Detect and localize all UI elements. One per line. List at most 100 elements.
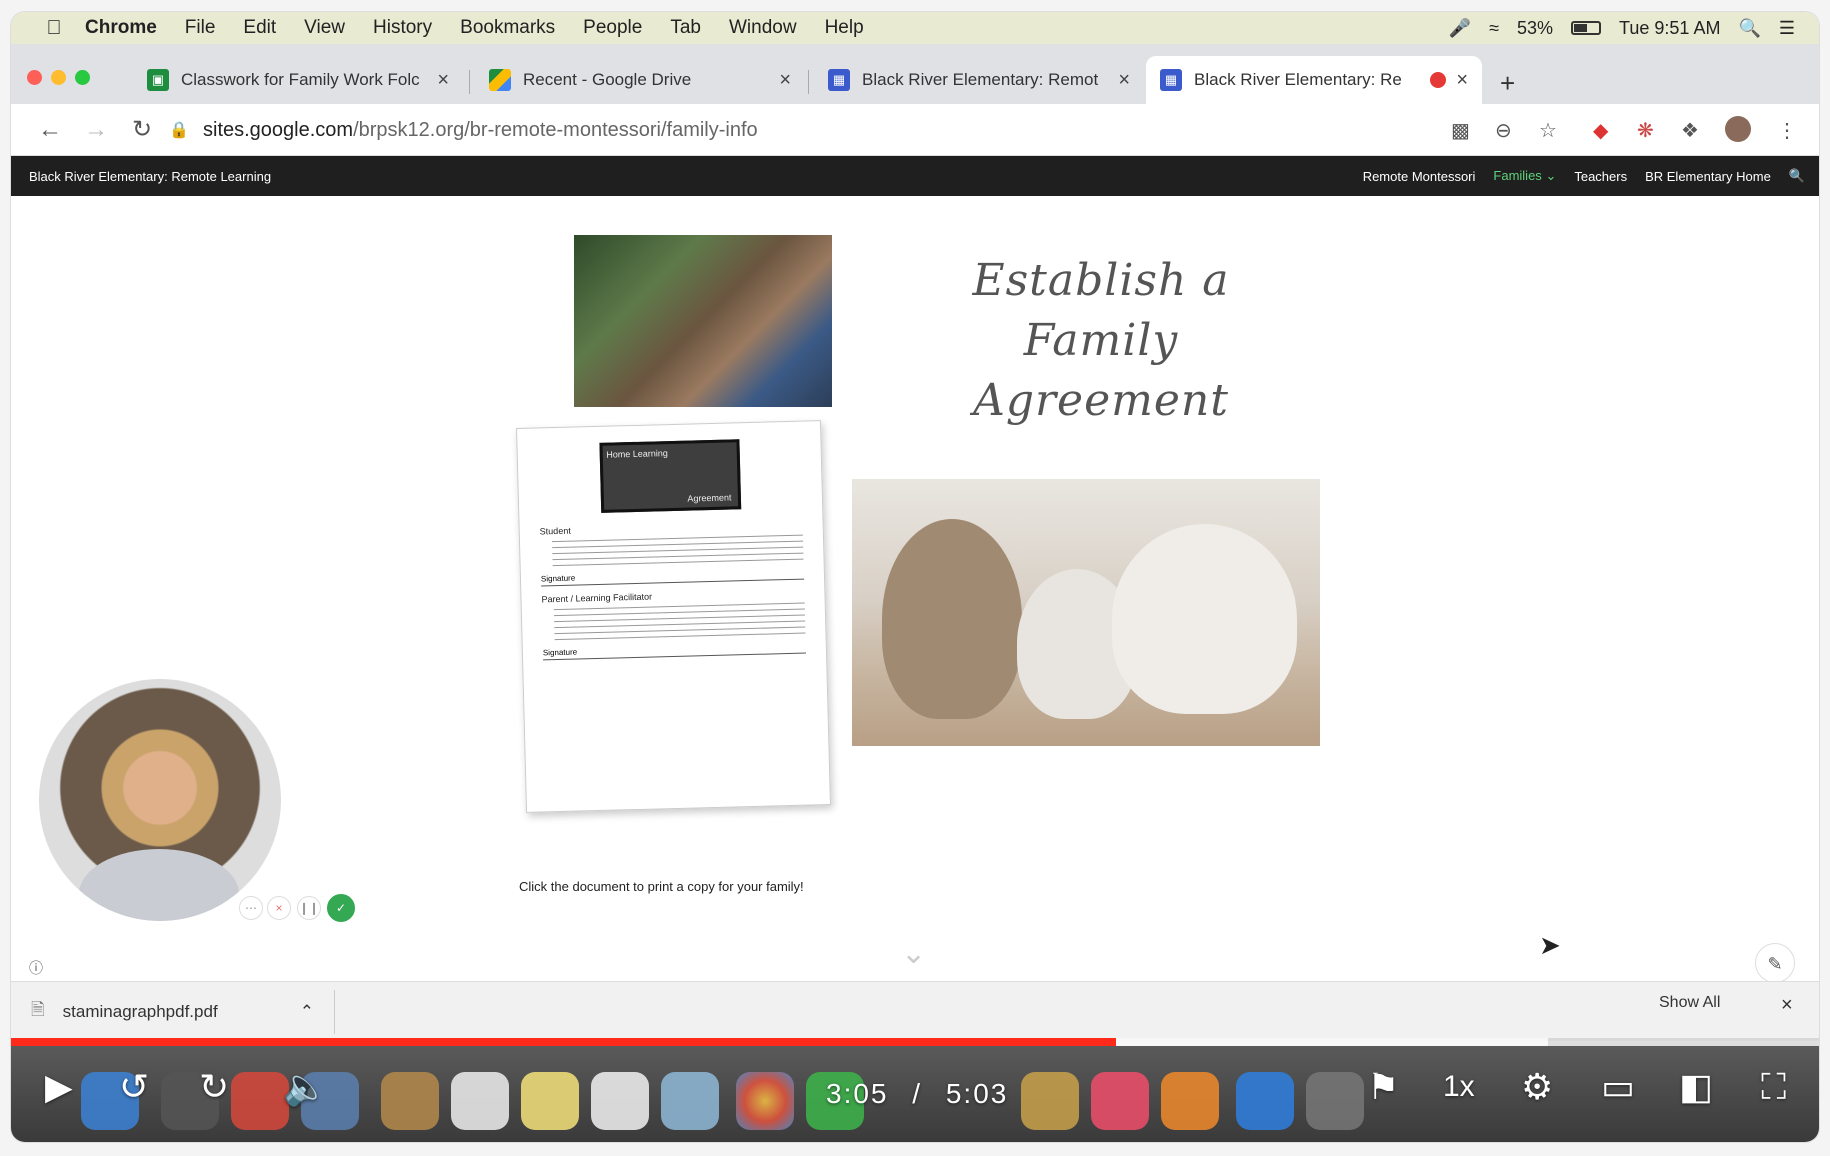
tab-title: Recent - Google Drive [523, 70, 692, 89]
address-bar[interactable]: 🔒 sites.google.com/brpsk12.org/br-remote… [169, 110, 1409, 150]
document-line [552, 558, 804, 567]
family-photo [852, 479, 1320, 746]
forward-5-icon[interactable]: ↻ [199, 1066, 229, 1108]
heading-line-1: Establish a [972, 255, 1230, 306]
document-section-parent: Parent / Learning Facilitator [541, 591, 653, 605]
nav-families[interactable]: Families ⌄ [1493, 168, 1556, 184]
nav-br-elementary-home[interactable]: BR Elementary Home [1645, 169, 1771, 184]
family-agreement-document[interactable]: Home Learning Agreement Student Signatur… [516, 420, 831, 813]
window-zoom-button[interactable] [75, 70, 90, 85]
menu-app[interactable]: Chrome [71, 17, 171, 39]
theater-mode-icon[interactable]: ▭ [1601, 1066, 1635, 1108]
nav-remote-montessori[interactable]: Remote Montessori [1363, 169, 1476, 184]
tab-black-river-1[interactable]: ▦ Black River Elementary: Remot × [814, 56, 1144, 104]
show-all-button[interactable]: Show All [1659, 994, 1720, 1012]
chrome-menu-icon[interactable]: ⋮ [1777, 118, 1797, 143]
clock[interactable]: Tue 9:51 AM [1619, 18, 1720, 39]
recorder-finish-icon[interactable]: ✓ [327, 894, 355, 922]
tab-black-river-active[interactable]: ▦ Black River Elementary: Re × [1146, 56, 1482, 104]
google-drive-icon [489, 69, 511, 91]
menubar-status: 🎤 ≈ 53% Tue 9:51 AM 🔍 ☰ [1449, 18, 1819, 39]
menu-view[interactable]: View [290, 17, 359, 39]
lock-icon[interactable]: 🔒 [169, 120, 191, 140]
photo-figure [882, 519, 1022, 719]
hands-together-photo [574, 235, 832, 407]
dock-contacts-icon [381, 1072, 439, 1130]
menu-window[interactable]: Window [715, 17, 811, 39]
document-caption: Click the document to print a copy for y… [519, 879, 804, 894]
url-path: /brpsk12.org/br-remote-montessori/family… [353, 118, 758, 141]
mouse-cursor-icon: ➤ [1539, 930, 1561, 960]
control-center-icon[interactable]: ☰ [1779, 18, 1795, 39]
recorder-delete-icon[interactable]: × [267, 896, 291, 920]
heading-line-2: Family Agreement [973, 315, 1229, 426]
back-button[interactable]: ← [27, 116, 73, 144]
profile-avatar[interactable] [1725, 116, 1751, 142]
menu-people[interactable]: People [569, 17, 656, 39]
google-classroom-icon: ▣ [147, 69, 169, 91]
extensions-puzzle-icon[interactable]: ❖ [1681, 118, 1699, 143]
battery-icon[interactable] [1571, 21, 1602, 35]
microphone-icon[interactable]: 🎤 [1449, 18, 1471, 39]
tab-title: Black River Elementary: Re [1194, 70, 1402, 89]
webcam-shirt [79, 849, 239, 921]
downloads-close-icon[interactable]: × [1781, 994, 1793, 1017]
reload-button[interactable]: ↻ [119, 115, 165, 144]
nav-teachers[interactable]: Teachers [1574, 169, 1627, 184]
menu-history[interactable]: History [359, 17, 446, 39]
menu-file[interactable]: File [171, 17, 230, 39]
play-button[interactable]: ▶ [45, 1066, 73, 1108]
chevron-up-icon[interactable]: ⌃ [300, 1002, 314, 1022]
camera-icon[interactable]: ▩ [1451, 118, 1470, 143]
menu-bookmarks[interactable]: Bookmarks [446, 17, 569, 39]
spotlight-search-icon[interactable]: 🔍 [1738, 18, 1760, 39]
tab-close-icon[interactable]: × [1456, 69, 1468, 92]
screen:  Chrome File Edit View History Bookmark… [11, 12, 1819, 1142]
settings-gear-icon[interactable]: ⚙ [1521, 1066, 1553, 1108]
recorder-pause-icon[interactable]: ❙❙ [297, 896, 321, 920]
webcam-bubble[interactable] [39, 679, 281, 921]
window-close-button[interactable] [27, 70, 42, 85]
bookmark-icon[interactable]: ⚑ [1367, 1066, 1399, 1108]
video-player-controls: ▶ ↺ ↻ 🔈 3:05 / 5:03 ⚑ 1x ⚙ ▭ ◧ ⛶ [11, 1046, 1819, 1142]
apple-icon[interactable]:  [37, 17, 71, 40]
menu-edit[interactable]: Edit [229, 17, 290, 39]
wifi-icon[interactable]: ≈ [1489, 18, 1499, 39]
site-header: Black River Elementary: Remote Learning … [11, 156, 1819, 196]
tab-close-icon[interactable]: × [779, 69, 791, 92]
window-minimize-button[interactable] [51, 70, 66, 85]
app-frame:  Chrome File Edit View History Bookmark… [0, 0, 1830, 1156]
recorder-more-icon[interactable]: ⋯ [239, 896, 263, 920]
picture-in-picture-icon[interactable]: ◧ [1679, 1066, 1713, 1108]
site-search-icon[interactable]: 🔍 [1789, 168, 1805, 184]
fullscreen-icon[interactable]: ⛶ [1761, 1066, 1786, 1109]
dock-chrome-icon [231, 1072, 289, 1130]
zoom-out-icon[interactable]: ⊖ [1495, 118, 1512, 143]
menu-help[interactable]: Help [811, 17, 878, 39]
extension-spiral-icon[interactable]: ❋ [1637, 118, 1654, 143]
dock-preview-icon [661, 1072, 719, 1130]
tab-google-drive[interactable]: Recent - Google Drive × [475, 56, 805, 104]
dock-music-icon [1091, 1072, 1149, 1130]
forward-button[interactable]: → [73, 116, 119, 144]
info-icon[interactable]: ⓘ [29, 958, 43, 978]
battery-percent: 53% [1517, 17, 1554, 38]
bookmark-star-icon[interactable]: ☆ [1539, 118, 1557, 143]
site-title[interactable]: Black River Elementary: Remote Learning [29, 169, 271, 184]
download-item[interactable]: 🗎 staminagraphpdf.pdf ⌃ [11, 989, 335, 1034]
playback-speed-button[interactable]: 1x [1443, 1070, 1475, 1104]
current-time: 3:05 [826, 1078, 889, 1109]
rewind-5-icon[interactable]: ↺ [119, 1066, 149, 1108]
extension-badge-icon[interactable]: ◆ [1593, 118, 1608, 143]
tab-close-icon[interactable]: × [1118, 69, 1130, 92]
scroll-down-chevron-icon[interactable]: ⌄ [901, 936, 926, 971]
video-progress-bar[interactable] [11, 1038, 1819, 1046]
tab-classwork[interactable]: ▣ Classwork for Family Work Folc × [133, 56, 463, 104]
tab-close-icon[interactable]: × [437, 69, 449, 92]
volume-icon[interactable]: 🔈 [283, 1066, 328, 1108]
page-heading: Establish a Family Agreement [941, 251, 1261, 431]
nav-families-label: Families [1493, 168, 1542, 183]
menu-tab[interactable]: Tab [656, 17, 715, 39]
edit-pencil-button[interactable]: ✎ [1755, 943, 1795, 983]
new-tab-button[interactable]: + [1500, 68, 1515, 99]
